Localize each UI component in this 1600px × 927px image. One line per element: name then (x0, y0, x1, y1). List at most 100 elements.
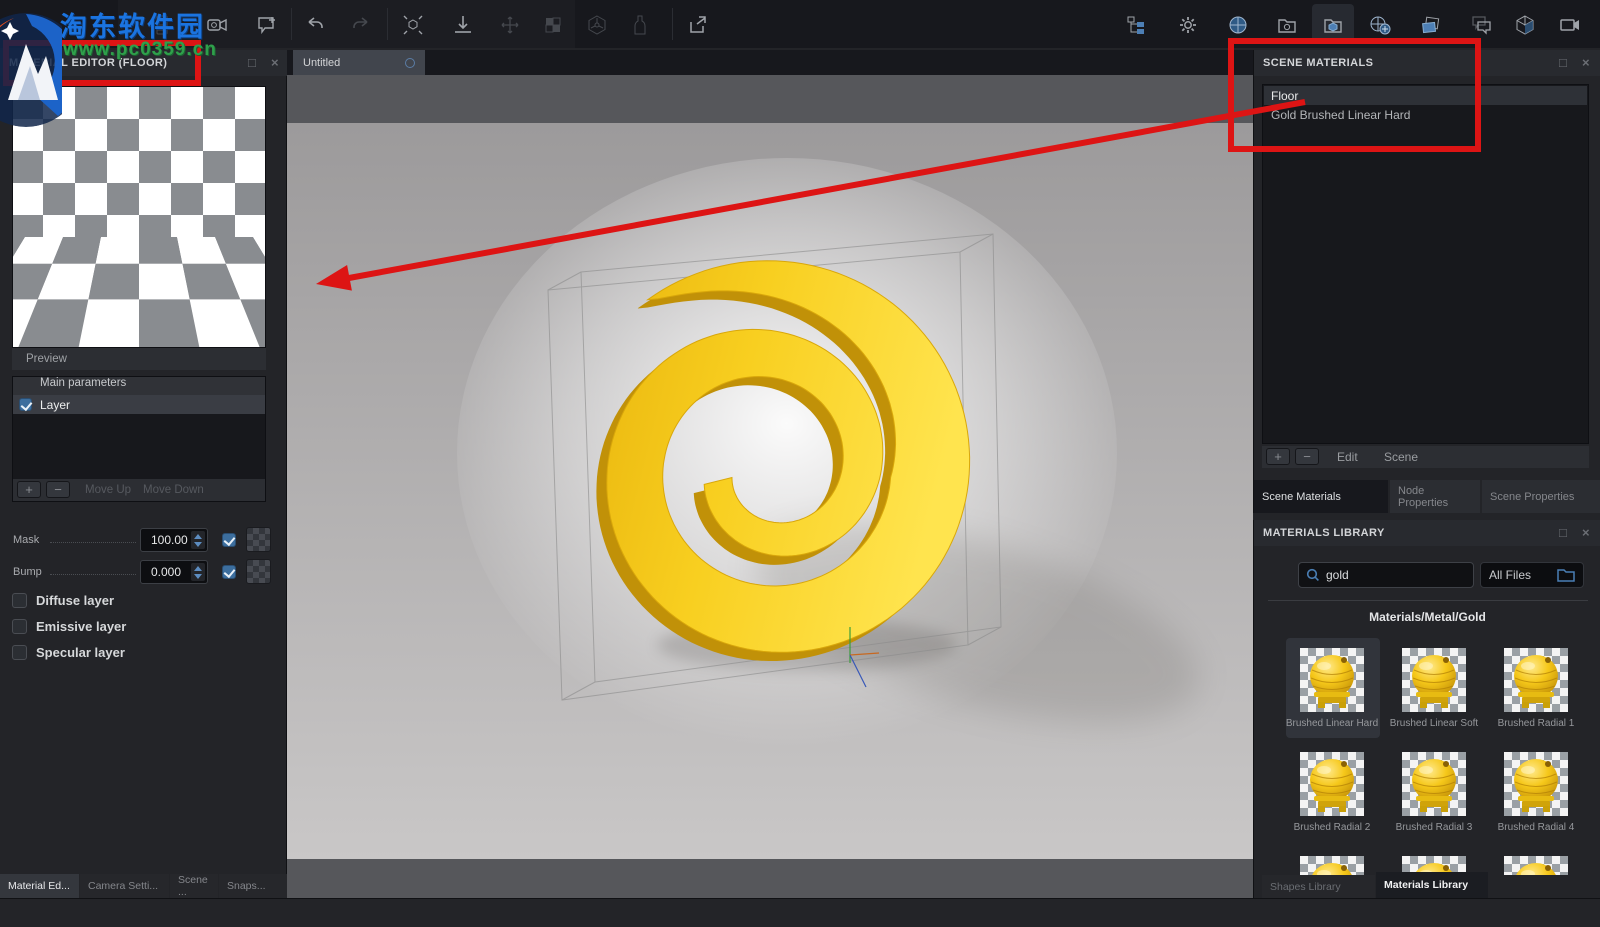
material-label: Brushed Radial 4 (1481, 822, 1591, 833)
mask-label: Mask (13, 534, 39, 546)
file-filter-dropdown[interactable]: All Files (1480, 562, 1584, 588)
mask-texture-button[interactable] (246, 527, 271, 552)
diffuse-layer-checkbox[interactable] (12, 593, 27, 608)
material-thumb-brushed-radial-2[interactable] (1300, 752, 1364, 816)
render-camera-icon[interactable] (205, 13, 229, 37)
mask-slider-track[interactable] (50, 542, 136, 543)
layer-row[interactable]: Layer (13, 395, 265, 414)
material-label: Brushed Radial 2 (1277, 822, 1387, 833)
status-strip (0, 898, 1600, 927)
maximize-icon[interactable]: □ (1559, 526, 1567, 539)
document-tab-title: Untitled (303, 57, 340, 69)
library-folder-icon[interactable] (1321, 13, 1345, 37)
settings-gear-icon[interactable] (1176, 13, 1200, 37)
tab-node-properties[interactable]: Node Properties (1390, 480, 1480, 513)
pattern-icon[interactable] (541, 13, 565, 37)
tab-snapshots[interactable]: Snaps... (219, 874, 287, 898)
material-thumb-partial[interactable] (1504, 856, 1568, 875)
mask-checkbox[interactable] (222, 533, 236, 547)
tab-scene-materials[interactable]: Scene Materials (1254, 480, 1388, 513)
emissive-layer-label: Emissive layer (36, 619, 126, 634)
bump-texture-button[interactable] (246, 559, 271, 584)
application-window: MATERIAL EDITOR (FLOOR) □ × Preview Main… (0, 0, 1600, 927)
bump-checkbox[interactable] (222, 565, 236, 579)
toolbar-divider (291, 8, 292, 40)
comments-icon[interactable] (1469, 13, 1493, 37)
material-category-header: Materials/Metal/Gold (1254, 610, 1600, 624)
watermark-logo (0, 4, 62, 132)
material-thumb-brushed-linear-hard[interactable] (1300, 648, 1364, 712)
move-down-button[interactable]: Move Down (143, 484, 204, 496)
export-icon[interactable] (686, 13, 710, 37)
snapshot-folder-icon[interactable] (1275, 13, 1299, 37)
unsaved-indicator-icon[interactable] (405, 58, 415, 68)
maximize-icon[interactable]: □ (1559, 56, 1567, 69)
bump-value-input[interactable]: 0.000 (140, 560, 208, 584)
tab-scene[interactable]: Scene ... (170, 874, 218, 898)
close-icon[interactable]: × (271, 56, 279, 69)
diffuse-layer-label: Diffuse layer (36, 593, 114, 608)
add-layer-button[interactable]: + (17, 481, 41, 498)
preview-label: Preview (26, 353, 67, 365)
emissive-layer-checkbox[interactable] (12, 619, 27, 634)
add-material-button[interactable]: + (1266, 448, 1290, 465)
scene-tree-icon[interactable] (1124, 13, 1148, 37)
cube-icon[interactable] (1513, 13, 1537, 37)
move-3d-icon[interactable] (498, 13, 522, 37)
material-thumb-brushed-radial-3[interactable] (1402, 752, 1466, 816)
document-tabstrip: Untitled (287, 50, 1253, 75)
undo-icon[interactable] (303, 13, 327, 37)
tab-camera-settings[interactable]: Camera Setti... (80, 874, 169, 898)
maximize-icon[interactable]: □ (248, 56, 256, 69)
material-thumb-brushed-radial-4[interactable] (1504, 752, 1568, 816)
material-editor-panel: MATERIAL EDITOR (FLOOR) □ × Preview Main… (0, 50, 287, 898)
materials-library-titlebar: MATERIALS LIBRARY □ × (1254, 520, 1600, 546)
annotation-box-scene-materials (1228, 38, 1481, 152)
viewport-top-band (287, 75, 1253, 123)
gallery-icon[interactable] (1418, 13, 1442, 37)
material-thumb-brushed-radial-1[interactable] (1504, 648, 1568, 712)
layers-list: Main parameters Layer + − Move Up Move D… (12, 376, 266, 502)
toolbar-divider (672, 8, 673, 40)
main-parameters-header: Main parameters (13, 377, 265, 395)
remove-material-button[interactable]: − (1295, 448, 1319, 465)
select-3d-icon[interactable] (401, 13, 425, 37)
toolbar-divider (387, 8, 388, 40)
bump-spinner[interactable] (191, 563, 205, 581)
bottle-icon[interactable] (628, 13, 652, 37)
material-label: Brushed Radial 1 (1481, 718, 1591, 729)
mask-value-input[interactable]: 100.00 (140, 528, 208, 552)
tab-materials-library[interactable]: Materials Library (1376, 872, 1488, 898)
redo-icon[interactable] (349, 13, 373, 37)
material-search-box[interactable] (1298, 562, 1474, 588)
sphere-icon[interactable] (1226, 13, 1250, 37)
tab-shapes-library[interactable]: Shapes Library (1262, 875, 1375, 898)
drop-to-floor-icon[interactable] (451, 13, 475, 37)
add-sphere-icon[interactable] (1368, 13, 1392, 37)
tab-scene-properties[interactable]: Scene Properties (1482, 480, 1600, 513)
edit-button[interactable]: Edit (1337, 450, 1358, 464)
materials-library-panel: MATERIALS LIBRARY □ × All Files Material… (1253, 520, 1600, 898)
document-tab[interactable]: Untitled (293, 50, 425, 75)
materials-library-title: MATERIALS LIBRARY (1263, 527, 1385, 539)
material-thumb-partial[interactable] (1300, 856, 1364, 875)
add-comment-icon[interactable] (255, 13, 279, 37)
tab-material-editor[interactable]: Material Ed... (0, 874, 79, 898)
mask-spinner[interactable] (191, 531, 205, 549)
remove-layer-button[interactable]: − (46, 481, 70, 498)
move-up-button[interactable]: Move Up (85, 484, 131, 496)
bump-slider-track[interactable] (50, 574, 136, 575)
material-thumb-brushed-linear-soft[interactable] (1402, 648, 1466, 712)
close-icon[interactable]: × (1582, 56, 1590, 69)
close-icon[interactable]: × (1582, 526, 1590, 539)
search-icon (1306, 568, 1320, 582)
layer-checkbox[interactable] (19, 398, 32, 411)
camera-icon[interactable] (1558, 13, 1582, 37)
search-input[interactable] (1326, 568, 1446, 582)
scene-button[interactable]: Scene (1384, 450, 1418, 464)
bump-label: Bump (13, 566, 42, 578)
layers-list-footer: + − Move Up Move Down (13, 479, 265, 501)
viewport-3d[interactable] (287, 75, 1253, 907)
node-graph-icon[interactable] (585, 13, 609, 37)
specular-layer-checkbox[interactable] (12, 645, 27, 660)
